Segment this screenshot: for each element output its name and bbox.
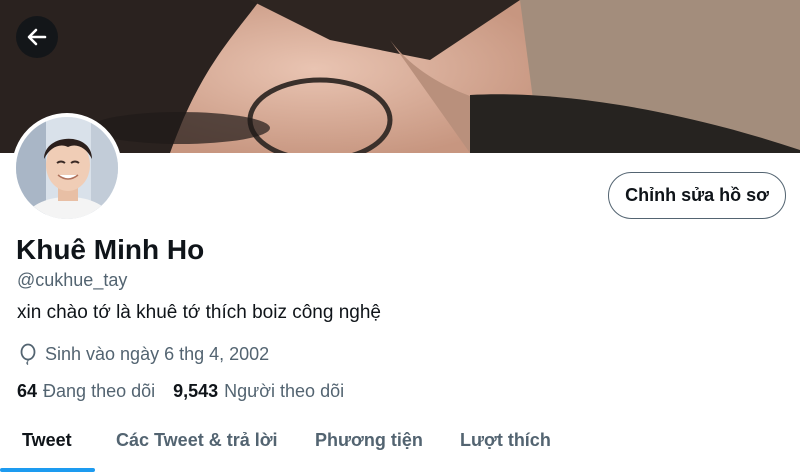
tab-label: Tweet bbox=[22, 430, 72, 450]
following-count: 64 bbox=[17, 381, 38, 401]
profile-banner[interactable] bbox=[0, 0, 800, 153]
balloon-icon bbox=[17, 343, 39, 365]
follow-stats: 64 Đang theo dõi 9,543 Người theo dõi bbox=[17, 381, 362, 402]
tab-likes[interactable]: Lượt thích bbox=[440, 418, 580, 476]
tab-label: Lượt thích bbox=[460, 430, 551, 450]
followers-label: Người theo dõi bbox=[224, 381, 345, 401]
followers-count: 9,543 bbox=[173, 381, 219, 401]
following-link[interactable]: 64 Đang theo dõi bbox=[17, 381, 155, 402]
banner-photo bbox=[0, 0, 800, 153]
tab-media[interactable]: Phương tiện bbox=[295, 418, 440, 476]
avatar[interactable] bbox=[12, 113, 122, 223]
user-handle: @cukhue_tay bbox=[17, 270, 128, 290]
tab-tweets-and-replies[interactable]: Các Tweet & trả lời bbox=[95, 418, 295, 476]
following-label: Đang theo dõi bbox=[43, 381, 156, 401]
profile-tabs: Tweet Các Tweet & trả lời Phương tiện Lư… bbox=[0, 418, 800, 476]
arrow-left-icon bbox=[25, 25, 49, 49]
birthday-text: Sinh vào ngày 6 thg 4, 2002 bbox=[45, 343, 270, 364]
display-name: Khuê Minh Ho bbox=[16, 234, 205, 265]
back-button[interactable] bbox=[16, 16, 58, 58]
tab-label: Phương tiện bbox=[315, 430, 423, 450]
tab-label: Các Tweet & trả lời bbox=[116, 430, 278, 450]
active-tab-indicator bbox=[0, 468, 95, 472]
tab-tweets[interactable]: Tweet bbox=[0, 418, 95, 476]
edit-profile-button[interactable]: Chỉnh sửa hồ sơ bbox=[608, 172, 786, 219]
profile-bio: xin chào tớ là khuê tớ thích boiz công n… bbox=[17, 302, 381, 323]
followers-link[interactable]: 9,543 Người theo dõi bbox=[173, 381, 344, 402]
birthday-info: Sinh vào ngày 6 thg 4, 2002 bbox=[17, 343, 269, 365]
avatar-photo bbox=[16, 117, 118, 219]
